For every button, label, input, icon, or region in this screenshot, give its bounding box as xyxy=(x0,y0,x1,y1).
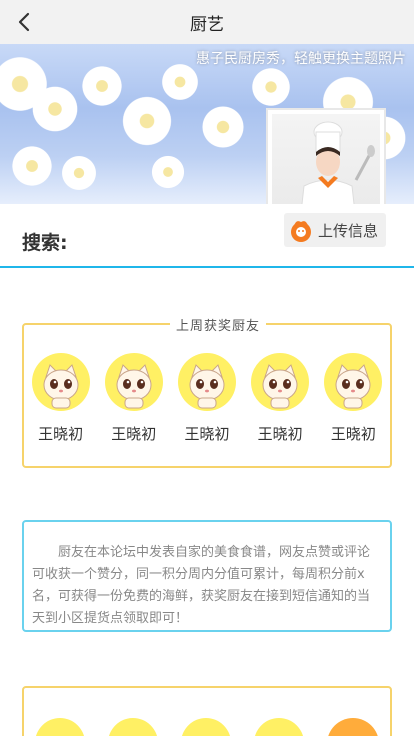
winner-item[interactable]: 王晓初 xyxy=(104,353,164,444)
page-title: 厨艺 xyxy=(190,14,224,35)
cat-avatar-icon xyxy=(35,718,86,736)
cat-avatar-icon xyxy=(253,718,304,736)
upload-info-label: 上传信息 xyxy=(318,221,379,240)
banner-caption: 惠子民厨房秀，轻触更换主题照片 xyxy=(196,51,406,67)
cat-avatar-icon xyxy=(251,353,310,411)
top-bar: 厨艺 xyxy=(0,0,414,44)
winner-name: 王晓初 xyxy=(257,425,303,443)
winner-item[interactable]: 王晓初 xyxy=(31,353,91,444)
rules-text: 厨友在本论坛中发表自家的美食食谱，网友点赞或评论可收获一个赞分，同一积分周内分值… xyxy=(32,545,371,626)
upload-info-button[interactable]: 上传信息 xyxy=(284,213,386,247)
rules-info-card: 厨友在本论坛中发表自家的美食食谱，网友点赞或评论可收获一个赞分，同一积分周内分值… xyxy=(22,520,392,632)
search-label: 搜索: xyxy=(22,232,68,254)
winner-name: 王晓初 xyxy=(38,425,84,443)
cat-avatar-icon xyxy=(104,353,163,411)
winner-item[interactable]: 王晓初 xyxy=(177,353,237,444)
cat-avatar-icon xyxy=(31,353,90,411)
orange-circle-icon xyxy=(326,718,379,736)
winner-name: 王晓初 xyxy=(111,425,157,443)
upload-chef-icon xyxy=(291,221,311,242)
cat-avatar-icon xyxy=(324,353,383,411)
winner-name: 王晓初 xyxy=(330,425,376,443)
chevron-left-icon xyxy=(18,12,30,32)
cat-avatar-icon xyxy=(180,718,231,736)
winners-title: 上周获奖厨友 xyxy=(170,315,267,334)
cat-avatar-icon xyxy=(108,718,159,736)
cat-avatar-icon xyxy=(177,353,236,411)
winner-item[interactable]: 王晓初 xyxy=(250,353,310,444)
back-button[interactable] xyxy=(10,8,38,36)
winner-item[interactable]: 王晓初 xyxy=(323,353,383,444)
last-week-winners-card: 上周获奖厨友 王晓初 王晓初 王晓初 王晓初 王晓初 xyxy=(22,315,392,468)
winner-name: 王晓初 xyxy=(184,425,230,443)
next-winners-card xyxy=(22,686,392,736)
